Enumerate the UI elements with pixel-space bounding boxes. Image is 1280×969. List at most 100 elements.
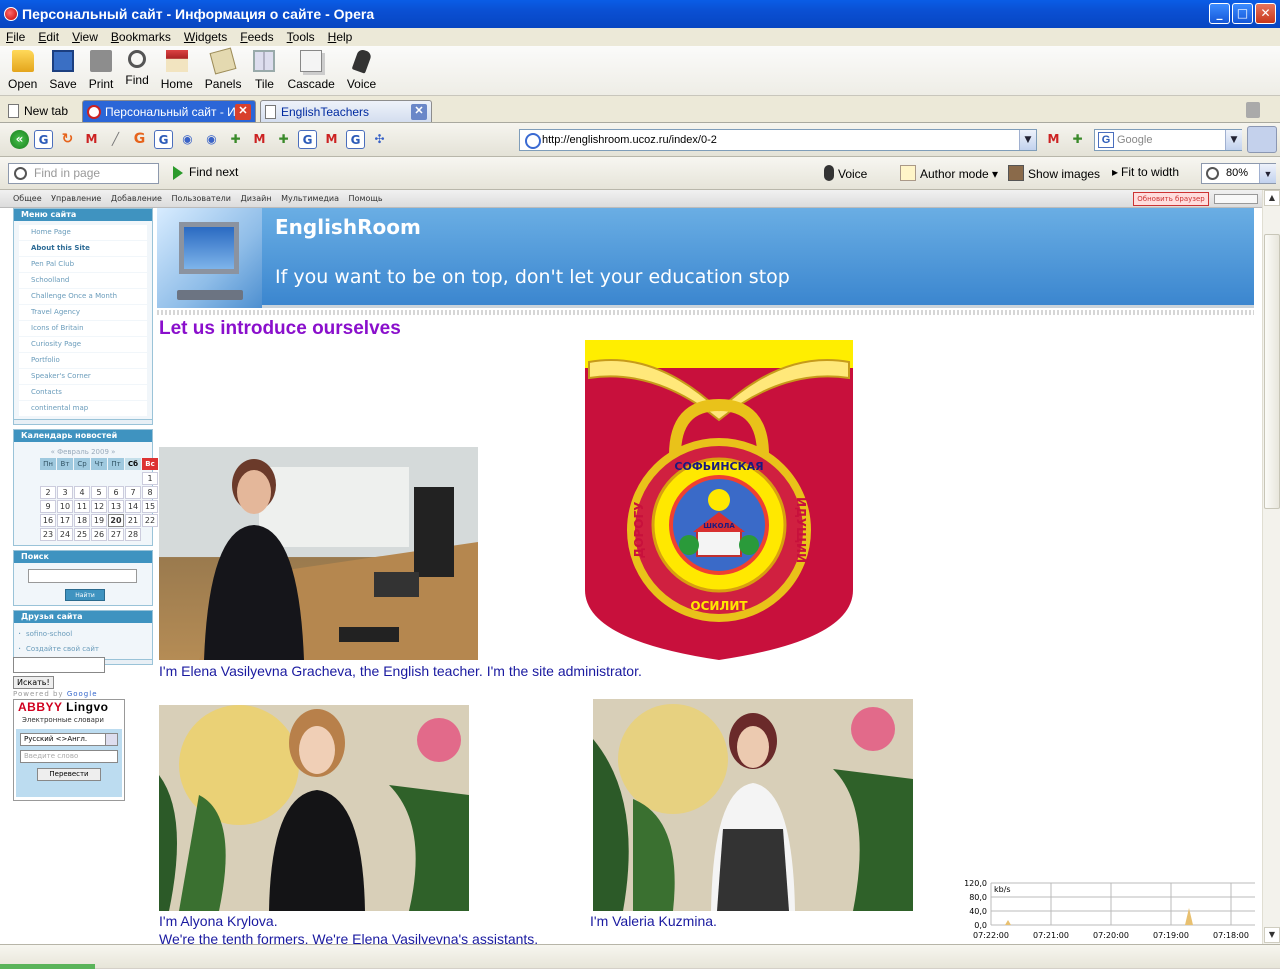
google-color-icon[interactable]: G xyxy=(130,130,149,149)
panel-item[interactable]: Управление xyxy=(51,194,101,203)
address-input[interactable]: http://englishroom.ucoz.ru/index/0-2 xyxy=(519,129,1037,151)
refresh-browser-button[interactable]: Обновить браузер xyxy=(1133,192,1209,206)
menu-tools[interactable]: Tools xyxy=(287,30,315,44)
maximize-button[interactable]: □ xyxy=(1232,3,1253,24)
gmail-icon[interactable]: M xyxy=(322,130,341,149)
address-dropdown-button[interactable]: ▼ xyxy=(1019,130,1036,150)
minimize-button[interactable]: _ xyxy=(1209,3,1230,24)
tab-englishteachers[interactable]: EnglishTeachers ✕ xyxy=(260,100,432,122)
calendar-day[interactable]: 4 xyxy=(74,486,90,499)
google-icon[interactable]: G xyxy=(154,130,173,149)
calendar-day[interactable]: 25 xyxy=(74,528,90,541)
sidebar-menu-item[interactable]: Contacts xyxy=(19,385,147,400)
calendar-day[interactable]: 12 xyxy=(91,500,107,513)
gmail-icon[interactable]: M xyxy=(1044,130,1063,149)
sidebar-menu-item[interactable]: Portfolio xyxy=(19,353,147,368)
sidebar-menu-item[interactable]: Icons of Britain xyxy=(19,321,147,336)
sidebar-menu-item[interactable]: Challenge Once a Month xyxy=(19,289,147,304)
pen-icon[interactable]: ╱ xyxy=(106,130,125,149)
menu-file[interactable]: File xyxy=(6,30,25,44)
calendar-day[interactable]: 11 xyxy=(74,500,90,513)
sidebar-menu-item[interactable]: Schoolland xyxy=(19,273,147,288)
sidebar-menu-item[interactable]: About this Site xyxy=(19,241,147,256)
tile-button[interactable]: Tile xyxy=(247,46,281,91)
google-icon[interactable]: G xyxy=(346,130,365,149)
site-search-input[interactable] xyxy=(28,569,137,583)
save-button[interactable]: Save xyxy=(43,46,82,91)
calendar-day[interactable]: 2 xyxy=(40,486,56,499)
close-tab-icon[interactable]: ✕ xyxy=(411,103,427,120)
menu-edit[interactable]: Edit xyxy=(38,30,59,44)
calendar-day[interactable]: 28 xyxy=(125,528,141,541)
calendar-day[interactable]: 20 xyxy=(108,514,124,527)
sidebar-menu-item[interactable]: Travel Agency xyxy=(19,305,147,320)
friend-link[interactable]: Создайте свой сайт xyxy=(18,642,148,657)
calendar-day[interactable]: 15 xyxy=(142,500,158,513)
scroll-thumb[interactable] xyxy=(1264,234,1280,509)
calendar-day[interactable]: 21 xyxy=(125,514,141,527)
scroll-up-button[interactable]: ▲ xyxy=(1264,190,1280,206)
gmail-icon[interactable]: M xyxy=(250,130,269,149)
print-button[interactable]: Print xyxy=(83,46,120,91)
calendar-day[interactable]: 13 xyxy=(108,500,124,513)
lingvo-language-select[interactable]: Русский <>Англ. xyxy=(20,733,118,746)
page-vertical-scrollbar[interactable]: ▲ ▼ xyxy=(1262,190,1280,944)
tab-personal-site[interactable]: Персональный сайт - И... ✕ xyxy=(82,100,256,122)
calendar-day[interactable]: 24 xyxy=(57,528,73,541)
gmail-icon[interactable]: M xyxy=(82,130,101,149)
panel-item[interactable]: Помощь xyxy=(349,194,383,203)
calendar-day[interactable]: 23 xyxy=(40,528,56,541)
trash-icon[interactable] xyxy=(1246,102,1260,118)
menu-widgets[interactable]: Widgets xyxy=(184,30,227,44)
open-button[interactable]: Open xyxy=(2,46,43,91)
calendar-day[interactable]: 9 xyxy=(40,500,56,513)
menu-scroll-strip[interactable] xyxy=(14,419,152,424)
bookmark-add-icon[interactable]: ✚ xyxy=(274,130,293,149)
home-button[interactable]: Home xyxy=(155,46,199,91)
search-dropdown-button[interactable]: ▼ xyxy=(1225,130,1242,150)
calendar-day[interactable]: 7 xyxy=(125,486,141,499)
rewind-icon[interactable]: « xyxy=(10,130,29,149)
zoom-dropdown-button[interactable]: ▼ xyxy=(1259,164,1276,183)
show-images-button[interactable]: Show images xyxy=(1008,165,1100,181)
menu-help[interactable]: Help xyxy=(328,30,353,44)
panel-item[interactable]: Дизайн xyxy=(240,194,271,203)
bookmark-add-icon[interactable]: ✚ xyxy=(226,130,245,149)
find-in-page-input[interactable]: Find in page xyxy=(8,163,159,184)
site-name[interactable]: EnglishRoom xyxy=(275,215,421,239)
find-button[interactable]: Find xyxy=(119,46,154,87)
panel-slider[interactable] xyxy=(1214,194,1258,204)
voice-toolbar-button[interactable]: Voice xyxy=(824,165,867,181)
calendar-day[interactable]: 10 xyxy=(57,500,73,513)
google-icon[interactable]: G xyxy=(298,130,317,149)
calendar-day[interactable]: 3 xyxy=(57,486,73,499)
calendar-month-nav[interactable]: « Февраль 2009 » xyxy=(17,446,149,458)
calendar-day[interactable]: 16 xyxy=(40,514,56,527)
sidebar-menu-item[interactable]: Speaker's Corner xyxy=(19,369,147,384)
google-search-input[interactable] xyxy=(13,657,105,673)
sidebar-menu-item[interactable]: continental map xyxy=(19,401,147,416)
panel-item[interactable]: Добавление xyxy=(111,194,162,203)
calendar-day[interactable]: 6 xyxy=(108,486,124,499)
calendar-day[interactable]: 18 xyxy=(74,514,90,527)
scroll-down-button[interactable]: ▼ xyxy=(1264,927,1280,943)
lingvo-translate-button[interactable]: Перевести xyxy=(37,768,101,781)
menu-bookmarks[interactable]: Bookmarks xyxy=(111,30,171,44)
site-search-button[interactable]: Найти xyxy=(65,589,105,601)
find-next-button[interactable]: Find next xyxy=(171,165,238,180)
google-icon[interactable]: G xyxy=(34,130,53,149)
bookmark-add-icon[interactable]: ✚ xyxy=(1068,130,1087,149)
sidebar-menu-item[interactable]: Curiosity Page xyxy=(19,337,147,352)
calendar-day[interactable]: 17 xyxy=(57,514,73,527)
friend-link[interactable]: sofino-school xyxy=(18,627,148,642)
author-mode-button[interactable]: Author mode ▾ xyxy=(900,165,998,181)
new-tab-button[interactable]: New tab xyxy=(4,100,78,122)
fit-to-width-button[interactable]: ▸ Fit to width xyxy=(1112,165,1179,179)
menu-view[interactable]: View xyxy=(72,30,98,44)
glasses-icon[interactable] xyxy=(1247,126,1277,153)
menu-feeds[interactable]: Feeds xyxy=(240,30,273,44)
panel-item[interactable]: Пользователи xyxy=(172,194,231,203)
close-window-button[interactable]: ✕ xyxy=(1255,3,1276,24)
close-tab-icon[interactable]: ✕ xyxy=(235,103,251,120)
panels-button[interactable]: Panels xyxy=(199,46,248,91)
